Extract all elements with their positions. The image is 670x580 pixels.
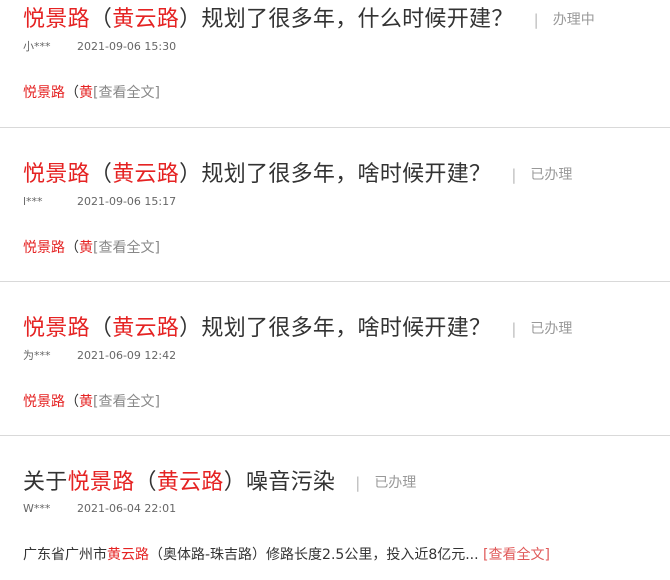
title-text: （ [134, 470, 157, 495]
item-title-link[interactable]: 悦景路（黄云路）规划了很多年，什么时候开建？ [23, 4, 514, 36]
divider [0, 435, 670, 436]
title-separator: | [355, 474, 361, 492]
title-text: ）噪音污染 [223, 470, 336, 495]
title-keyword: 悦景路 [23, 162, 90, 187]
snippet-text: （奥体路-珠吉路）修路长度2.5公里，投入近8亿元... [149, 547, 479, 563]
status-badge: 已办理 [374, 475, 417, 491]
view-full-text-link[interactable]: [查看全文] [483, 547, 550, 563]
snippet-keyword: 黄 [79, 240, 93, 256]
item-title-link[interactable]: 悦景路（黄云路）规划了很多年，啥时候开建？ [23, 159, 491, 191]
title-separator: | [511, 166, 517, 184]
item-snippet: 悦景路（黄[查看全文] [23, 82, 160, 104]
username: 为*** [23, 349, 51, 362]
view-full-text-link[interactable]: [查看全文] [93, 394, 160, 410]
title-row: 关于悦景路（黄云路）噪音污染 | 已办理 [23, 467, 416, 499]
title-keyword: 悦景路 [67, 470, 135, 495]
title-row: 悦景路（黄云路）规划了很多年，啥时候开建？ | 已办理 [23, 313, 572, 345]
title-keyword: 黄云路 [112, 316, 180, 341]
timestamp: 2021-06-09 12:42 [77, 349, 177, 362]
snippet-text: （ [65, 85, 79, 101]
snippet-keyword: 悦景路 [23, 85, 65, 101]
username: 小*** [23, 40, 51, 53]
title-text: （ [89, 316, 113, 341]
title-row: 悦景路（黄云路）规划了很多年，啥时候开建？ | 已办理 [23, 159, 572, 191]
item-meta: W*** 2021-06-04 22:01 [23, 502, 176, 516]
item-title-link[interactable]: 悦景路（黄云路）规划了很多年，啥时候开建？ [23, 313, 491, 345]
title-text: ）规划了很多年，啥时候开建？ [179, 316, 492, 341]
title-text: ）规划了很多年，啥时候开建？ [179, 162, 492, 187]
username: W*** [23, 502, 51, 515]
snippet-text: （ [65, 240, 79, 256]
snippet-keyword: 黄云路 [107, 547, 149, 563]
snippet-text: 广东省广州市 [23, 547, 107, 563]
username: l*** [23, 195, 43, 208]
timestamp: 2021-09-06 15:30 [77, 40, 177, 53]
divider [0, 281, 670, 282]
title-text: （ [89, 7, 113, 32]
snippet-keyword: 黄 [79, 85, 93, 101]
snippet-keyword: 悦景路 [23, 394, 65, 410]
title-row: 悦景路（黄云路）规划了很多年，什么时候开建？ | 办理中 [23, 4, 595, 36]
status-badge: 已办理 [530, 321, 573, 337]
view-full-text-link[interactable]: [查看全文] [93, 240, 160, 256]
status-badge: 办理中 [552, 12, 595, 28]
title-text: （ [89, 162, 113, 187]
snippet-keyword: 黄 [79, 394, 93, 410]
title-keyword: 悦景路 [23, 7, 90, 32]
title-separator: | [511, 320, 517, 338]
status-badge: 已办理 [530, 167, 573, 183]
suggestion-list: 悦景路（黄云路）规划了很多年，什么时候开建？ | 办理中 小*** 2021-09… [0, 0, 670, 580]
title-text: ）规划了很多年，什么时候开建？ [179, 7, 514, 32]
timestamp: 2021-06-04 22:01 [77, 502, 177, 515]
title-keyword: 黄云路 [112, 7, 180, 32]
timestamp: 2021-09-06 15:17 [77, 195, 177, 208]
title-text: 关于 [23, 470, 68, 495]
item-snippet: 悦景路（黄[查看全文] [23, 391, 160, 413]
item-snippet: 广东省广州市黄云路（奥体路-珠吉路）修路长度2.5公里，投入近8亿元... [查… [23, 544, 550, 566]
item-meta: 为*** 2021-06-09 12:42 [23, 349, 176, 363]
title-keyword: 黄云路 [156, 470, 224, 495]
item-title-link[interactable]: 关于悦景路（黄云路）噪音污染 [23, 467, 335, 499]
title-keyword: 黄云路 [112, 162, 180, 187]
title-separator: | [533, 11, 539, 29]
snippet-keyword: 悦景路 [23, 240, 65, 256]
snippet-text: （ [65, 394, 79, 410]
divider [0, 127, 670, 128]
item-snippet: 悦景路（黄[查看全文] [23, 237, 160, 259]
item-meta: 小*** 2021-09-06 15:30 [23, 40, 176, 54]
title-keyword: 悦景路 [23, 316, 90, 341]
item-meta: l*** 2021-09-06 15:17 [23, 195, 176, 209]
view-full-text-link[interactable]: [查看全文] [93, 85, 160, 101]
